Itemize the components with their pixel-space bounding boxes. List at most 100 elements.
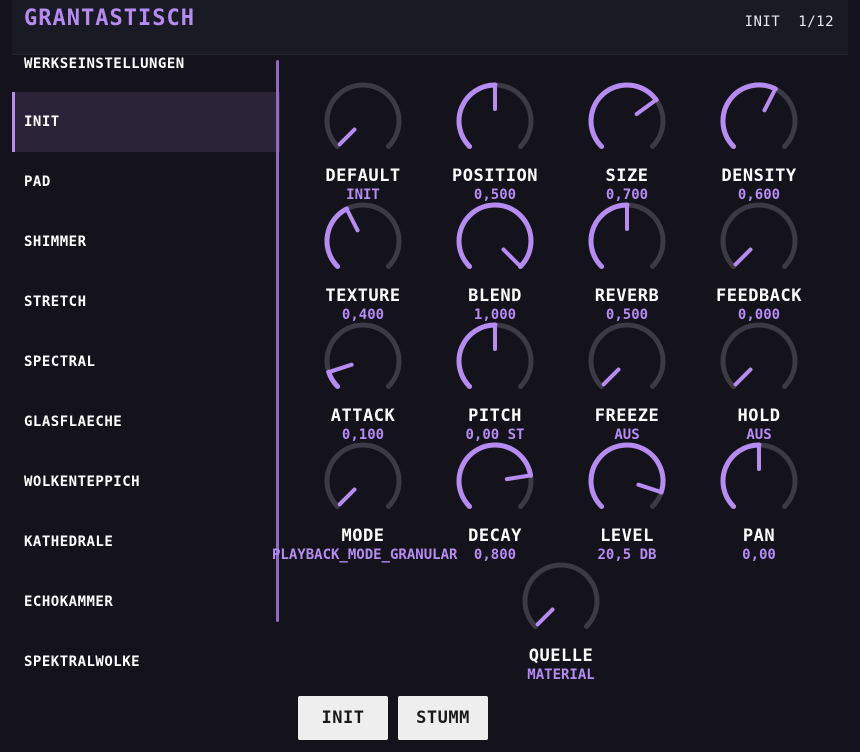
- pan-knob-dial[interactable]: [716, 438, 802, 524]
- quelle-knob-dial[interactable]: [518, 558, 604, 644]
- sidebar-item-label: SPEKTRALWOLKE: [24, 654, 141, 670]
- knob-track: [720, 322, 798, 389]
- knob-decay: DECAY 0,800: [429, 438, 561, 564]
- knob-label: TEXTURE: [325, 286, 401, 306]
- knob-label: FREEZE: [594, 406, 660, 426]
- knob-track: [522, 562, 600, 629]
- knob-indicator: [762, 89, 776, 113]
- knob-indicator: [337, 487, 357, 507]
- top-bar: GRANTASTISCH INIT 1/12: [12, 0, 848, 55]
- knob-label: DENSITY: [721, 166, 797, 186]
- knob-indicator: [504, 473, 530, 482]
- sidebar-item-kathedrale[interactable]: KATHEDRALE: [12, 512, 280, 572]
- preset-info: INIT 1/12: [727, 14, 834, 30]
- knob-label: POSITION: [452, 166, 538, 186]
- level-knob-dial[interactable]: [584, 438, 670, 524]
- knob-pan: PAN 0,00: [693, 438, 825, 564]
- sidebar-scrollbar[interactable]: [276, 60, 279, 622]
- mute-button[interactable]: STUMM: [398, 696, 488, 740]
- knob-label: DEFAULT: [325, 166, 401, 186]
- knob-indicator: [634, 99, 656, 116]
- knob-indicator: [601, 367, 621, 387]
- sidebar-item-label: SHIMMER: [24, 234, 87, 250]
- attack-knob-dial[interactable]: [320, 318, 406, 404]
- knob-value-arc: [456, 322, 498, 389]
- feedback-knob-dial[interactable]: [716, 198, 802, 284]
- knob-value: 0,00: [742, 547, 776, 563]
- default-knob-dial[interactable]: [320, 78, 406, 164]
- knob-attack: ATTACK 0,100: [297, 318, 429, 444]
- pitch-knob-dial[interactable]: [452, 318, 538, 404]
- knob-pitch: PITCH 0,00 ST: [429, 318, 561, 444]
- sidebar-item-spectral[interactable]: SPECTRAL: [12, 332, 280, 392]
- knob-value-arc: [456, 202, 534, 269]
- knob-value-arc: [720, 442, 762, 509]
- knob-hold: HOLD AUS: [693, 318, 825, 444]
- mode-knob-dial[interactable]: [320, 438, 406, 524]
- hold-knob-dial[interactable]: [716, 318, 802, 404]
- knob-label: SIZE: [605, 166, 649, 186]
- knob-label: REVERB: [594, 286, 660, 306]
- knob-value-arc: [324, 206, 350, 269]
- sidebar-header: WERKSEINSTELLUNGEN: [24, 56, 185, 72]
- knob-indicator: [501, 247, 521, 267]
- sidebar-item-wolkenteppich[interactable]: WOLKENTEPPICH: [12, 452, 280, 512]
- knob-label: ATTACK: [330, 406, 396, 426]
- sidebar-item-label: INIT: [24, 114, 60, 130]
- knob-label: PAN: [742, 526, 776, 546]
- texture-knob-dial[interactable]: [320, 198, 406, 284]
- knob-value-arc: [588, 442, 666, 509]
- knob-quelle: QUELLE MATERIAL: [495, 558, 627, 684]
- position-knob-dial[interactable]: [452, 78, 538, 164]
- init-button[interactable]: INIT: [298, 696, 388, 740]
- knob-value: PLAYBACK_MODE_GRANULAR: [272, 547, 458, 563]
- knob-track: [324, 82, 402, 149]
- freeze-knob-dial[interactable]: [584, 318, 670, 404]
- sidebar-item-init[interactable]: INIT: [12, 92, 280, 152]
- knob-value-arc: [588, 82, 659, 149]
- knob-indicator: [337, 127, 357, 147]
- knob-value-arc: [720, 82, 778, 149]
- sidebar-item-label: STRETCH: [24, 294, 87, 310]
- knob-default: DEFAULT INIT: [297, 78, 429, 204]
- knob-texture: TEXTURE 0,400: [297, 198, 429, 324]
- knob-label: HOLD: [737, 406, 781, 426]
- knob-indicator: [346, 209, 360, 233]
- sidebar-item-pad[interactable]: PAD: [12, 152, 280, 212]
- sidebar-item-label: SPECTRAL: [24, 354, 96, 370]
- app-title: GRANTASTISCH: [24, 6, 195, 31]
- knob-label: MODE: [341, 526, 385, 546]
- knob-level: LEVEL 20,5 DB: [561, 438, 693, 564]
- sidebar-item-glasflaeche[interactable]: GLASFLAECHE: [12, 392, 280, 452]
- knob-value: MATERIAL: [527, 667, 595, 683]
- knob-value-arc: [326, 369, 341, 389]
- sidebar-item-stretch[interactable]: STRETCH: [12, 272, 280, 332]
- preset-index: 1/12: [798, 14, 834, 30]
- density-knob-dial[interactable]: [716, 78, 802, 164]
- sidebar-item-label: KATHEDRALE: [24, 534, 114, 550]
- knob-feedback: FEEDBACK 0,000: [693, 198, 825, 324]
- sidebar-item-shimmer[interactable]: SHIMMER: [12, 212, 280, 272]
- knob-freeze: FREEZE AUS: [561, 318, 693, 444]
- knob-indicator: [733, 247, 753, 267]
- knob-label: QUELLE: [528, 646, 594, 666]
- knob-density: DENSITY 0,600: [693, 78, 825, 204]
- knob-indicator: [535, 607, 555, 627]
- reverb-knob-dial[interactable]: [584, 198, 670, 284]
- knob-track: [720, 202, 798, 269]
- blend-knob-dial[interactable]: [452, 198, 538, 284]
- knob-label: LEVEL: [600, 526, 654, 546]
- knob-blend: BLEND 1,000: [429, 198, 561, 324]
- preset-list: INIT PAD SHIMMER STRETCH SPECTRAL GLASFL…: [12, 92, 280, 692]
- sidebar-item-label: PAD: [24, 174, 51, 190]
- sidebar-item-echokammer[interactable]: ECHOKAMMER: [12, 572, 280, 632]
- knob-size: SIZE 0,700: [561, 78, 693, 204]
- sidebar-item-label: WOLKENTEPPICH: [24, 474, 141, 490]
- knob-reverb: REVERB 0,500: [561, 198, 693, 324]
- sidebar-item-spektralwolke[interactable]: SPEKTRALWOLKE: [12, 632, 280, 692]
- sidebar-item-label: ECHOKAMMER: [24, 594, 114, 610]
- decay-knob-dial[interactable]: [452, 438, 538, 524]
- knob-track: [324, 322, 402, 389]
- knob-mode: MODE PLAYBACK_MODE_GRANULAR: [272, 438, 457, 564]
- size-knob-dial[interactable]: [584, 78, 670, 164]
